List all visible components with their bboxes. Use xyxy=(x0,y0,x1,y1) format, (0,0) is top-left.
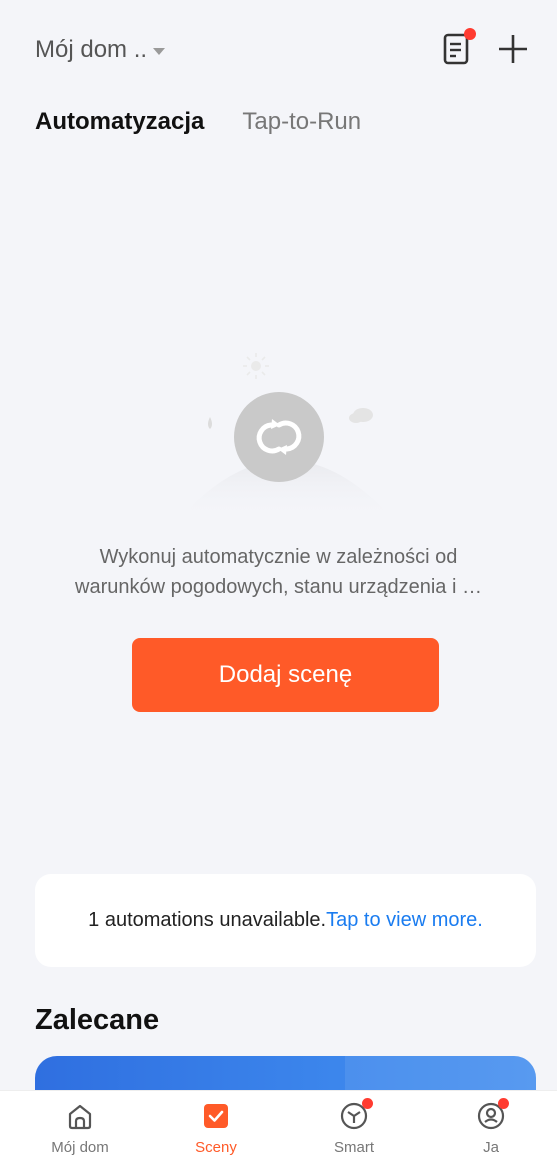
caret-down-icon xyxy=(153,47,166,55)
nav-my-home[interactable]: Mój dom xyxy=(30,1101,130,1156)
automation-loop-icon xyxy=(178,353,394,520)
smart-badge xyxy=(362,1098,373,1109)
log-button[interactable] xyxy=(440,28,476,68)
nav-me[interactable]: Ja xyxy=(441,1098,541,1156)
tab-automation[interactable]: Automatyzacja xyxy=(35,108,204,136)
recommended-title: Zalecane xyxy=(35,1004,160,1036)
empty-state-line-2: warunków pogodowych, stanu urządzenia i … xyxy=(75,576,482,598)
unavailable-automations-card[interactable]: 1 automations unavailable. Tap to view m… xyxy=(35,874,536,967)
empty-state-description: Wykonuj automatycznie w zależności od wa… xyxy=(0,542,557,602)
nav-my-home-label: Mój dom xyxy=(51,1139,109,1156)
profile-icon-wrap xyxy=(476,1098,509,1131)
add-scene-button[interactable]: Dodaj scenę xyxy=(132,638,439,712)
view-more-link[interactable]: Tap to view more. xyxy=(326,909,483,932)
home-icon xyxy=(68,1104,92,1130)
empty-state-line-1: Wykonuj automatycznie w zależności od xyxy=(99,546,458,568)
nav-me-label: Ja xyxy=(483,1139,499,1156)
check-square-icon xyxy=(204,1104,228,1128)
bottom-navigation: Mój dom Sceny Smart Ja xyxy=(0,1090,557,1162)
notice-text: 1 automations unavailable. xyxy=(88,909,327,931)
notification-badge xyxy=(464,28,476,40)
nav-scenes[interactable]: Sceny xyxy=(166,1101,266,1156)
profile-badge xyxy=(498,1098,509,1109)
header: Mój dom .. xyxy=(0,0,557,100)
home-selector[interactable]: Mój dom .. xyxy=(35,36,166,64)
nav-scenes-label: Sceny xyxy=(195,1139,237,1156)
home-selector-label: Mój dom .. xyxy=(35,36,148,63)
add-button[interactable] xyxy=(496,32,530,66)
nav-smart[interactable]: Smart xyxy=(304,1098,404,1156)
smart-icon-wrap xyxy=(339,1098,373,1131)
nav-smart-label: Smart xyxy=(333,1139,374,1156)
plus-icon xyxy=(499,35,527,63)
empty-state-illustration xyxy=(178,345,394,520)
tab-tap-to-run[interactable]: Tap-to-Run xyxy=(242,108,361,136)
scene-tabs: Automatyzacja Tap-to-Run xyxy=(35,108,361,136)
